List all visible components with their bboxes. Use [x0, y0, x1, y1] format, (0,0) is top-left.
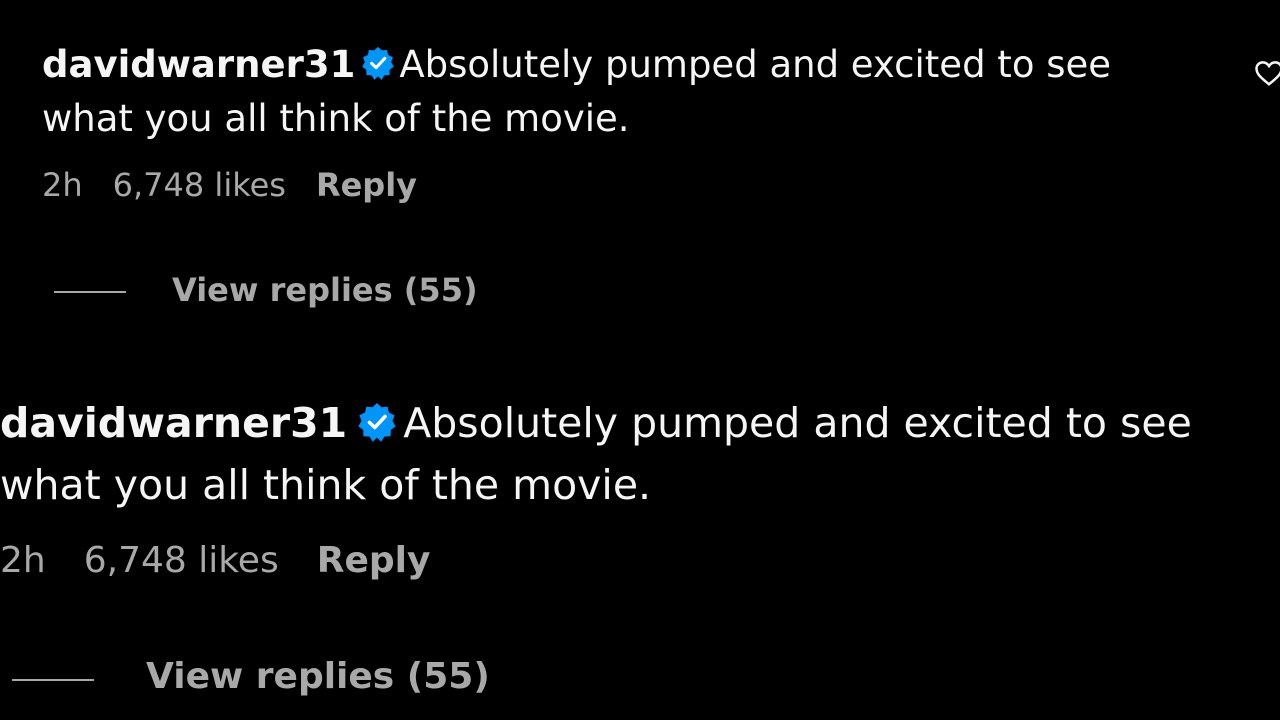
- reply-button[interactable]: Reply: [317, 540, 431, 581]
- comment-item: davidwarner31 Absolutely pumped and excit…: [0, 0, 1280, 340]
- comment-meta: 2h 6,748 likes Reply: [0, 540, 430, 581]
- comment-text-block: davidwarner31 Absolutely pumped and excit…: [42, 38, 1202, 146]
- comment-like-count[interactable]: 6,748 likes: [113, 166, 286, 204]
- comment-like-count[interactable]: 6,748 likes: [84, 540, 279, 581]
- reply-button[interactable]: Reply: [316, 166, 417, 204]
- verified-badge-icon: [357, 402, 397, 442]
- comment-username[interactable]: davidwarner31: [42, 43, 355, 86]
- like-heart-icon[interactable]: [1254, 58, 1280, 92]
- replies-divider: [54, 291, 126, 293]
- replies-divider: [12, 679, 94, 681]
- view-replies-button[interactable]: View replies (55): [172, 271, 478, 309]
- comment-item: davidwarner31 Absolutely pumped and excit…: [0, 340, 1280, 720]
- verified-badge-icon: [361, 46, 395, 80]
- comment-meta: 2h 6,748 likes Reply: [42, 166, 417, 204]
- comment-timestamp: 2h: [42, 166, 83, 204]
- view-replies-button[interactable]: View replies (55): [146, 656, 490, 697]
- comment-username[interactable]: davidwarner31: [0, 399, 347, 447]
- comment-timestamp: 2h: [0, 540, 46, 581]
- comment-text-block: davidwarner31 Absolutely pumped and excit…: [0, 392, 1280, 516]
